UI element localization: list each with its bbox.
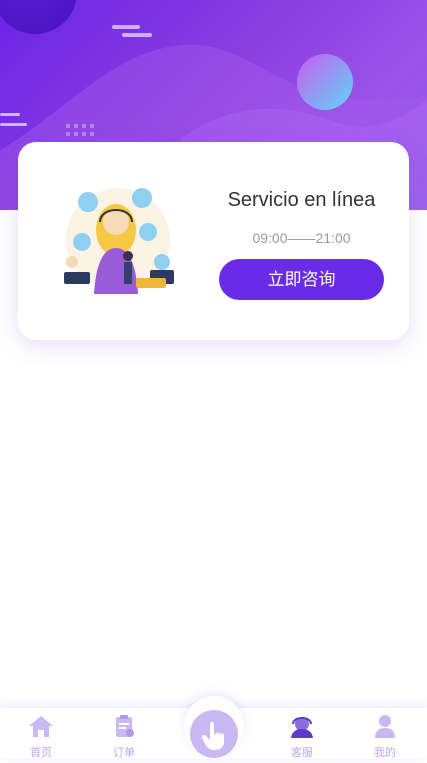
tab-home-label: 首页 [30, 747, 52, 759]
order-icon [116, 715, 134, 737]
service-title: Servicio en línea [227, 189, 376, 211]
tab-home[interactable]: 首页 [11, 714, 71, 760]
user-icon [375, 715, 395, 738]
consult-now-button[interactable]: 立即咨询 [219, 259, 384, 300]
tab-customer-service-label: 客服 [291, 747, 313, 759]
tab-orders-label: 订单 [113, 747, 135, 759]
customer-service-icon [291, 717, 313, 738]
service-hours: 09:00——21:00 [252, 230, 351, 246]
customer-service-illustration [56, 182, 186, 302]
tab-profile-label: 我的 [374, 747, 396, 759]
tab-orders[interactable]: 订单 [94, 714, 154, 760]
dark-blob [0, 0, 77, 34]
home-icon [29, 716, 53, 737]
tab-customer-service[interactable]: 客服 [272, 714, 332, 760]
tap-hand-icon [201, 721, 224, 750]
tab-profile[interactable]: 我的 [355, 714, 415, 760]
gradient-orb [297, 54, 353, 110]
center-action-button[interactable] [190, 710, 238, 758]
service-card: Servicio en línea 09:00——21:00 立即咨询 [18, 142, 409, 340]
